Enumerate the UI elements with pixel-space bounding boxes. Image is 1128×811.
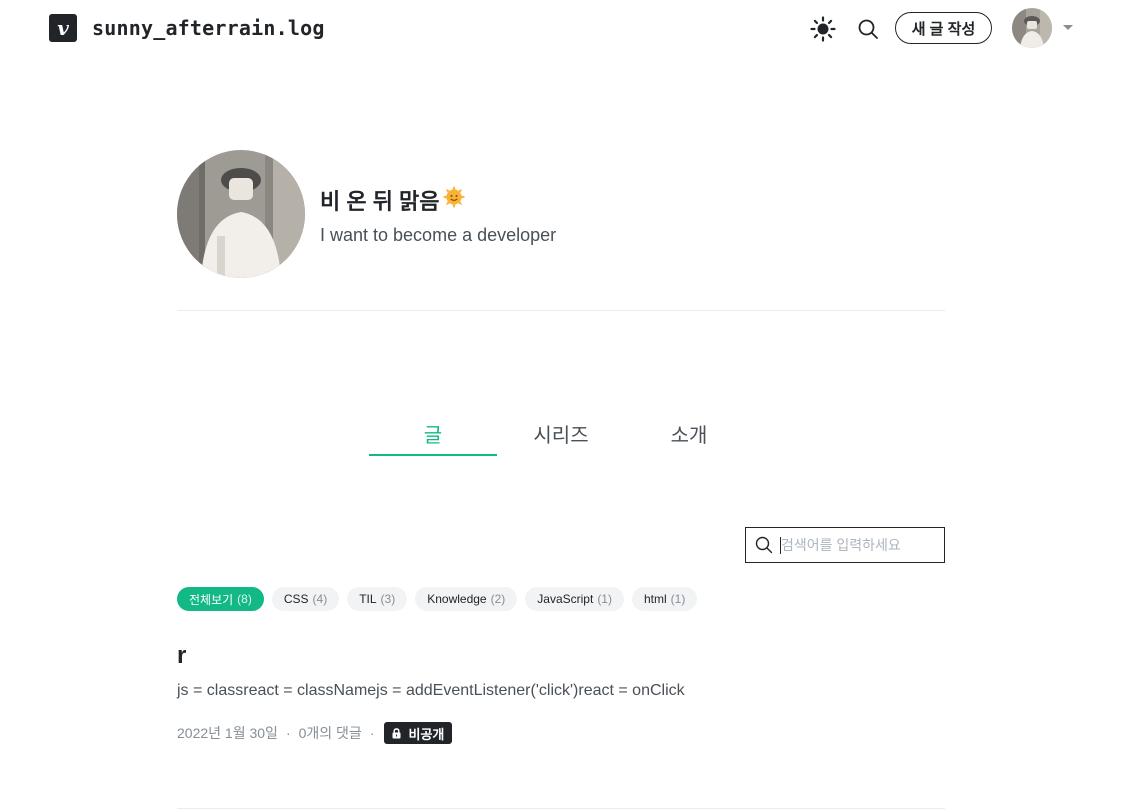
tag-count: (3)	[380, 592, 396, 606]
private-badge: 비공개	[384, 722, 453, 744]
text-caret	[780, 537, 781, 554]
search-icon	[755, 536, 773, 554]
tag-count: (1)	[597, 592, 612, 606]
tab-posts[interactable]: 글	[369, 410, 497, 456]
post-card: r js = classreact = classNamejs = addEve…	[177, 640, 945, 809]
tag-count: (4)	[312, 592, 328, 606]
sun-icon	[810, 16, 836, 42]
profile-name-text: 비 온 뒤 맑음	[320, 189, 440, 214]
tag-label: TIL	[359, 592, 377, 606]
tag-html[interactable]: html (1)	[631, 587, 698, 611]
profile-name: 비 온 뒤 맑음	[320, 184, 466, 216]
post-comments: 0개의 댓글	[298, 725, 362, 741]
meta-separator: ·	[285, 725, 291, 741]
post-date: 2022년 1월 30일	[177, 725, 278, 741]
tag-javascript[interactable]: JavaScript (1)	[525, 587, 624, 611]
tag-count: (8)	[237, 592, 252, 606]
profile-avatar	[177, 150, 305, 278]
tag-css[interactable]: CSS (4)	[271, 587, 340, 611]
profile-section: 비 온 뒤 맑음 I want to become a developer	[177, 150, 945, 311]
private-label: 비공개	[408, 726, 445, 742]
search-icon	[858, 19, 878, 39]
sun-emoji-icon	[442, 185, 466, 215]
post-description[interactable]: js = classreact = classNamejs = addEvent…	[177, 682, 685, 700]
tag-count: (1)	[670, 592, 686, 606]
chevron-down-icon[interactable]	[1063, 25, 1073, 30]
post-meta: 2022년 1월 30일 · 0개의 댓글 · 비공개	[177, 722, 453, 744]
post-title-link[interactable]: r	[177, 642, 186, 670]
search-input[interactable]	[781, 537, 941, 553]
tag-filter-list: 전체보기 (8) CSS (4) TIL (3) Knowledge (2) JavaS…	[177, 587, 698, 611]
velog-logo[interactable]: v	[49, 14, 77, 42]
content-tabs: 글 시리즈 소개	[369, 410, 753, 458]
meta-separator: ·	[369, 725, 375, 741]
tag-label: CSS	[283, 592, 309, 606]
profile-description: I want to become a developer	[320, 225, 557, 245]
post-search-box[interactable]	[745, 527, 945, 563]
avatar	[1012, 8, 1052, 48]
new-post-button[interactable]: 새 글 작성	[895, 12, 992, 44]
tag-knowledge[interactable]: Knowledge (2)	[415, 587, 518, 611]
profile-photo-image	[177, 150, 305, 278]
lock-icon	[392, 727, 401, 739]
header-search-button[interactable]	[853, 14, 883, 44]
tag-label: Knowledge	[427, 592, 487, 606]
tab-about[interactable]: 소개	[625, 410, 753, 456]
tag-til[interactable]: TIL (3)	[347, 587, 408, 611]
tag-label: JavaScript	[537, 592, 594, 606]
user-avatar-button[interactable]	[1012, 8, 1052, 48]
blog-title-link[interactable]: sunny_afterrain.log	[92, 15, 325, 41]
tag-label: 전체보기	[189, 592, 234, 607]
theme-toggle-button[interactable]	[808, 14, 838, 44]
tag-all[interactable]: 전체보기 (8)	[177, 587, 264, 611]
tag-count: (2)	[490, 592, 506, 606]
tab-series[interactable]: 시리즈	[497, 410, 625, 456]
top-header: v sunny_afterrain.log 새 글 작성	[0, 0, 1128, 56]
tag-label: html	[643, 592, 667, 606]
active-tab-indicator	[369, 454, 497, 456]
